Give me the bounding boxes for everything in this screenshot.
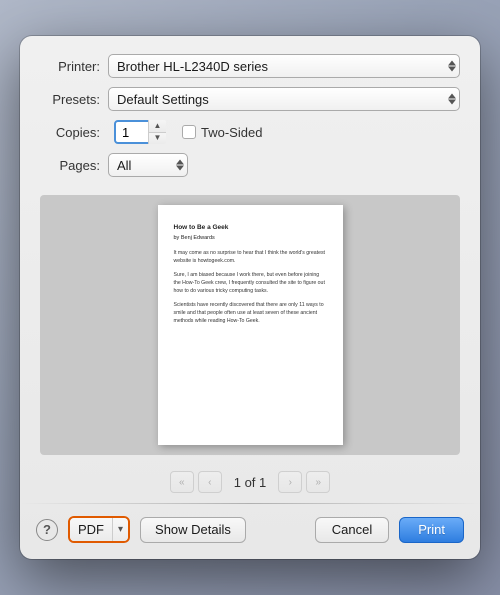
copies-input-wrap: ▲ ▼ (114, 120, 166, 144)
two-sided-wrap: Two-Sided (182, 125, 262, 140)
next-page-button[interactable]: › (278, 471, 302, 493)
pdf-dropdown-button[interactable]: ▾ (113, 518, 128, 541)
pages-select-wrapper: All (108, 153, 188, 177)
presets-select[interactable]: Default Settings (108, 87, 460, 111)
preview-author: by Benj Edwards (174, 234, 327, 242)
preview-para-3: Scientists have recently discovered that… (174, 301, 327, 325)
preview-para-1: It may come as no surprise to hear that … (174, 249, 327, 265)
copies-row: Copies: ▲ ▼ Two-Sided (40, 120, 460, 144)
preview-title: How to Be a Geek (174, 223, 327, 233)
last-page-button[interactable]: » (306, 471, 330, 493)
help-button[interactable]: ? (36, 519, 58, 541)
pdf-button-group: PDF ▾ (68, 516, 130, 543)
print-dialog: Printer: Brother HL-L2340D series Preset… (20, 36, 480, 559)
two-sided-checkbox[interactable] (182, 125, 196, 139)
copies-label: Copies: (40, 125, 108, 140)
pdf-button[interactable]: PDF (70, 518, 113, 541)
preview-container: How to Be a Geek by Benj Edwards It may … (40, 195, 460, 455)
printer-select[interactable]: Brother HL-L2340D series (108, 54, 460, 78)
first-page-button[interactable]: « (170, 471, 194, 493)
printer-row: Printer: Brother HL-L2340D series (40, 54, 460, 78)
printer-label: Printer: (40, 59, 108, 74)
pagination-bar: « ‹ 1 of 1 › » (20, 465, 480, 503)
pages-select[interactable]: All (108, 153, 188, 177)
preview-area: How to Be a Geek by Benj Edwards It may … (20, 187, 480, 465)
print-button[interactable]: Print (399, 517, 464, 543)
show-details-button[interactable]: Show Details (140, 517, 246, 543)
preview-para-2: Sure, I am biased because I work there, … (174, 271, 327, 295)
bottom-bar: ? PDF ▾ Show Details Cancel Print (20, 516, 480, 543)
two-sided-label: Two-Sided (201, 125, 262, 140)
cancel-button[interactable]: Cancel (315, 517, 389, 543)
copies-stepper: ▲ ▼ (148, 120, 166, 144)
presets-select-wrapper: Default Settings (108, 87, 460, 111)
pages-label: Pages: (40, 158, 108, 173)
form-section: Printer: Brother HL-L2340D series Preset… (20, 54, 480, 177)
copies-increment-button[interactable]: ▲ (149, 120, 166, 133)
presets-row: Presets: Default Settings (40, 87, 460, 111)
divider (20, 503, 480, 504)
pdf-dropdown-arrow-icon: ▾ (118, 524, 123, 535)
pages-row: Pages: All (40, 153, 460, 177)
copies-decrement-button[interactable]: ▼ (149, 133, 166, 145)
prev-page-button[interactable]: ‹ (198, 471, 222, 493)
printer-select-wrapper: Brother HL-L2340D series (108, 54, 460, 78)
page-preview: How to Be a Geek by Benj Edwards It may … (158, 205, 343, 445)
presets-label: Presets: (40, 92, 108, 107)
page-indicator: 1 of 1 (226, 475, 275, 490)
